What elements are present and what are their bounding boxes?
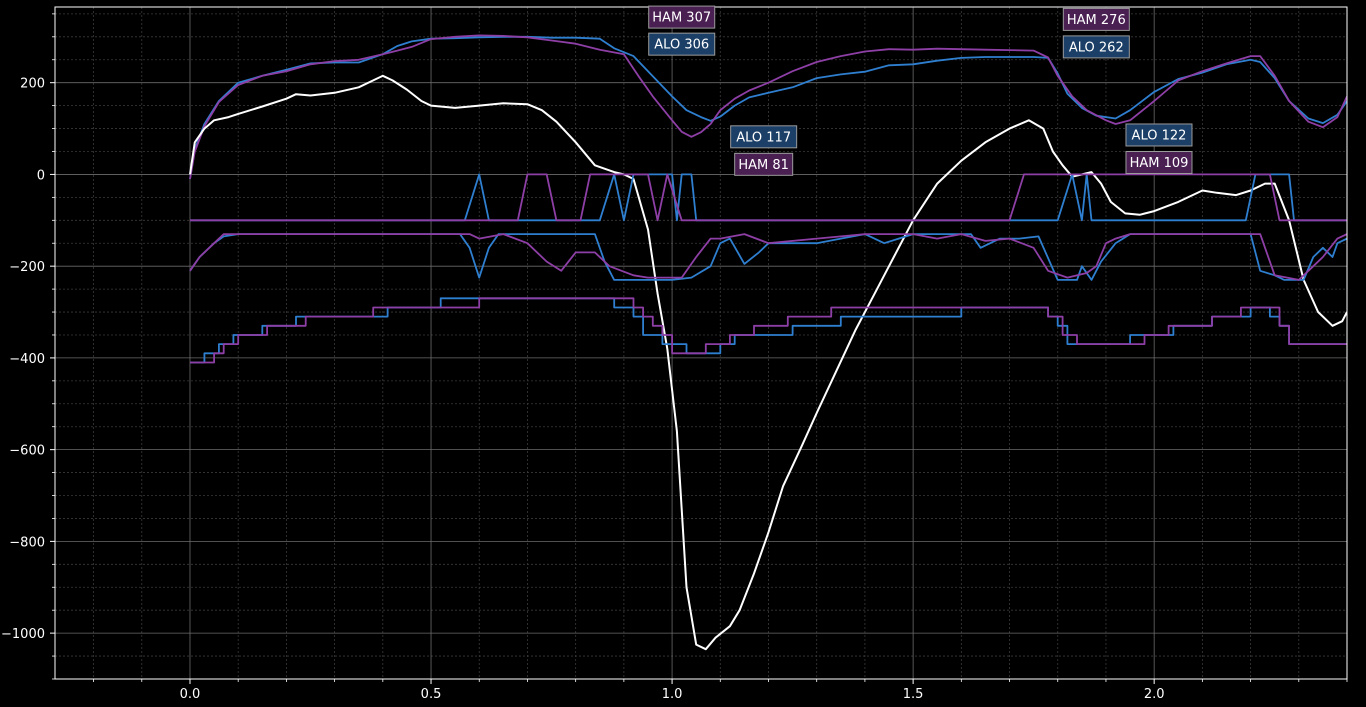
annotation-label: HAM 307 xyxy=(652,11,711,26)
annotation-label: ALO 306 xyxy=(654,38,709,53)
y-tick-label: −1000 xyxy=(1,627,45,642)
y-tick-label: 0 xyxy=(37,168,45,183)
annotation-label: ALO 262 xyxy=(1069,40,1124,55)
annotation-alo: ALO 122 xyxy=(1125,123,1193,147)
annotation-ham: HAM 109 xyxy=(1125,151,1193,175)
annotation-label: HAM 109 xyxy=(1130,156,1189,171)
x-tick-label: 0.0 xyxy=(180,687,201,702)
annotation-ham: HAM 81 xyxy=(734,152,794,176)
annotation-layer: HAM 307 ALO 306 ALO 117 HAM 81 HAM 276 ALO 26… xyxy=(648,5,1193,176)
annotation-alo: ALO 306 xyxy=(648,32,716,56)
annotation-alo: ALO 262 xyxy=(1062,35,1130,59)
y-tick-label: −400 xyxy=(9,352,45,367)
annotation-ham: HAM 307 xyxy=(648,5,716,29)
x-tick-label: 0.5 xyxy=(421,687,442,702)
annotation-label: ALO 117 xyxy=(736,130,791,145)
plot-frame xyxy=(54,6,1348,680)
annotation-ham: HAM 276 xyxy=(1062,7,1130,31)
annotation-label: HAM 276 xyxy=(1067,13,1126,28)
x-tick-label: 1.5 xyxy=(903,687,924,702)
y-tick-label: −600 xyxy=(9,444,45,459)
axis-ticks xyxy=(50,13,1348,684)
x-axis-tick-labels: 0.0 0.5 1.0 1.5 2.0 xyxy=(180,687,1165,702)
grid-major xyxy=(55,7,1347,679)
annotation-label: HAM 81 xyxy=(738,158,789,173)
y-tick-label: −800 xyxy=(9,535,45,550)
x-tick-label: 1.0 xyxy=(662,687,683,702)
annotation-alo: ALO 117 xyxy=(730,125,798,149)
grid-minor xyxy=(55,7,1348,680)
y-tick-label: −200 xyxy=(9,260,45,275)
y-axis-tick-labels: 200 0 −200 −400 −600 −800 −1000 xyxy=(1,77,45,642)
y-tick-label: 200 xyxy=(20,77,45,92)
annotation-label: ALO 122 xyxy=(1132,128,1187,143)
x-tick-label: 2.0 xyxy=(1144,687,1165,702)
telemetry-chart: 0.0 0.5 1.0 1.5 2.0 200 0 −200 −400 −600 −800 −100… xyxy=(1,5,1348,702)
